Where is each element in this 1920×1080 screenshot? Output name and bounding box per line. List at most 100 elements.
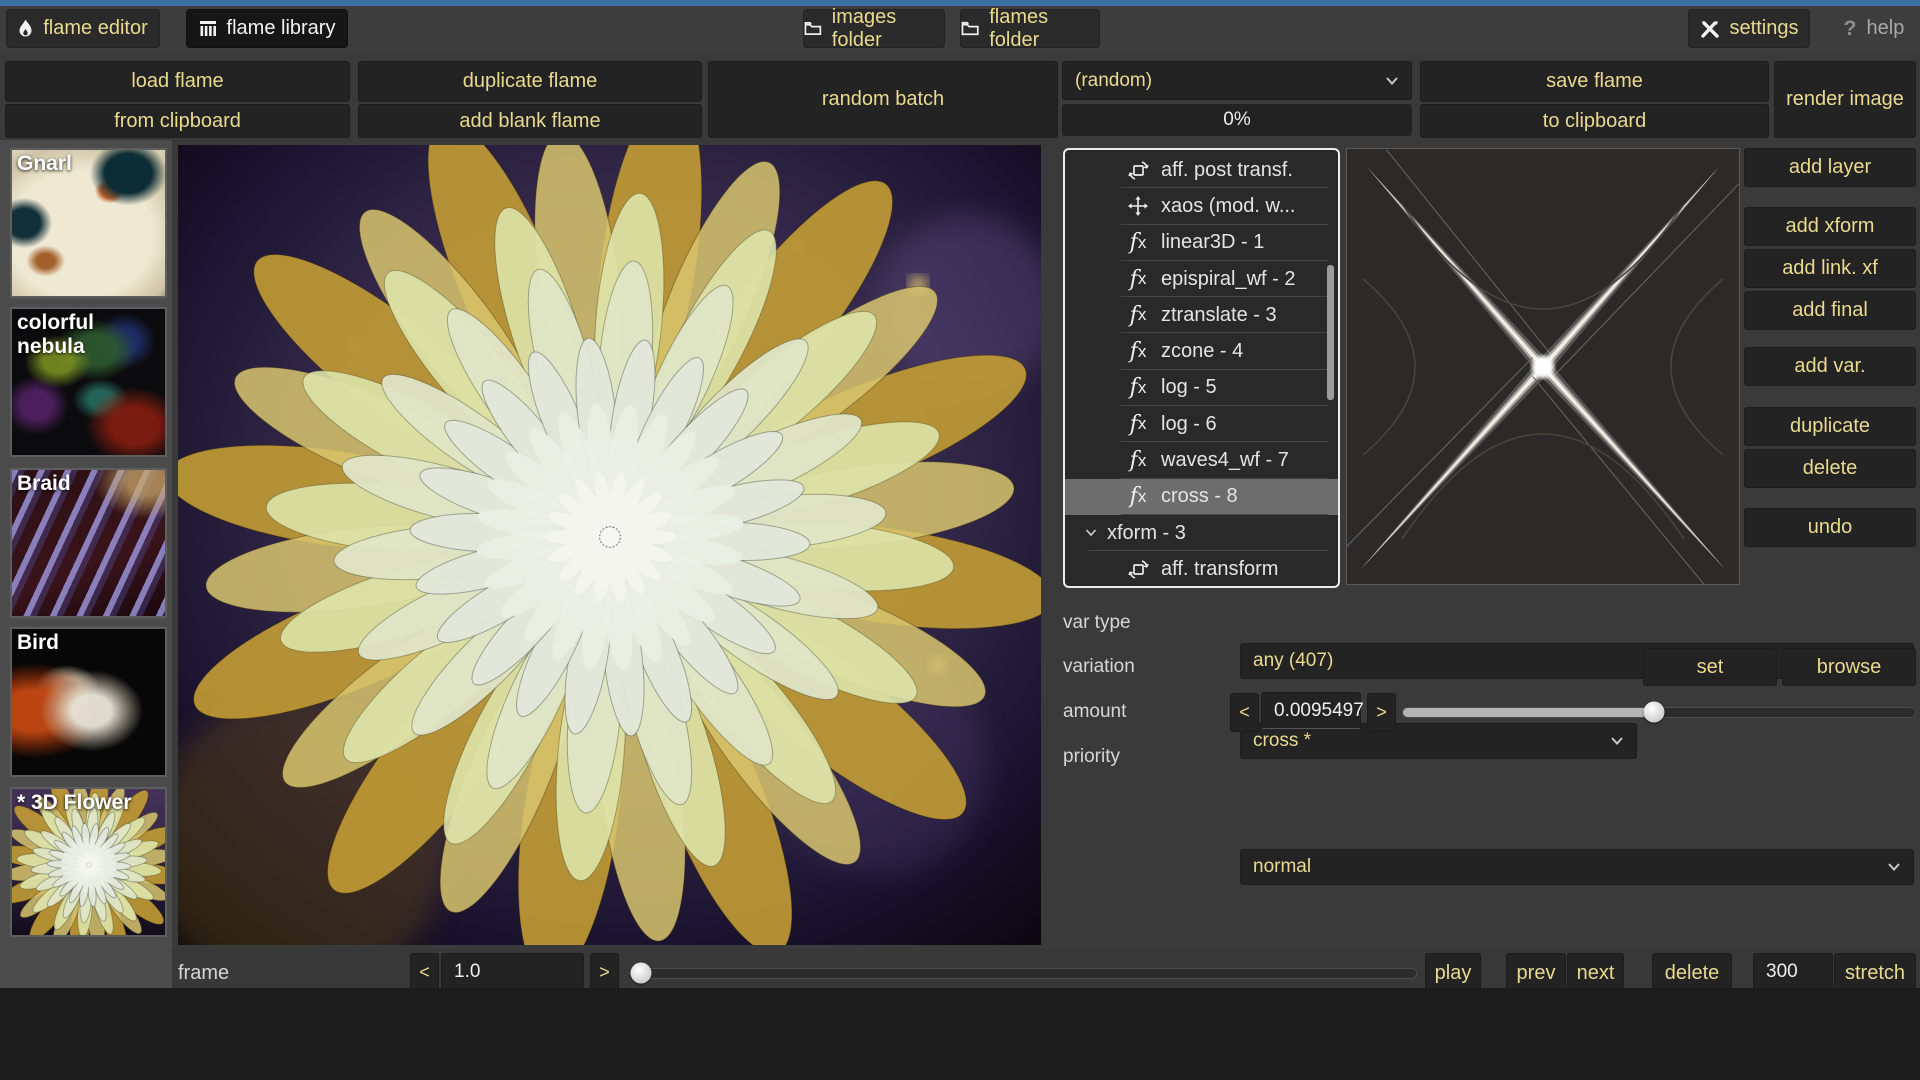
render-image-button[interactable]: render image: [1774, 61, 1916, 138]
slider-fill: [1403, 708, 1654, 717]
library-thumb-braid[interactable]: Braid: [10, 468, 167, 618]
header-bar: flame editor flame library images folder…: [0, 6, 1920, 54]
duplicate-flame-button[interactable]: duplicate flame: [358, 61, 702, 102]
xform-list-item[interactable]: aff. post transf.: [1065, 152, 1338, 188]
prev-button[interactable]: prev: [1506, 953, 1566, 993]
images-folder-button[interactable]: images folder: [803, 9, 945, 48]
button-label: from clipboard: [114, 110, 241, 133]
frame-slider[interactable]: [630, 968, 1417, 979]
amount-increment-button[interactable]: >: [1367, 693, 1396, 732]
variation-set-button[interactable]: set: [1643, 648, 1777, 686]
button-label: add layer: [1789, 156, 1871, 179]
button-label: duplicate: [1790, 415, 1870, 438]
dropdown-value: cross *: [1253, 730, 1311, 752]
frame-input[interactable]: 1.0: [441, 953, 584, 991]
field-value: 0.0095497: [1274, 700, 1364, 722]
item-label: xaos (mod. w...: [1161, 195, 1296, 218]
progress-value: 0%: [1223, 109, 1250, 131]
random-batch-button[interactable]: random batch: [708, 61, 1058, 138]
flames-folder-button[interactable]: flames folder: [960, 9, 1100, 48]
slider-thumb[interactable]: [631, 963, 652, 984]
delete-frame-button[interactable]: delete: [1652, 953, 1732, 993]
library-thumb-bird[interactable]: Bird: [10, 627, 167, 777]
library-icon: [199, 20, 217, 37]
duplicate-button[interactable]: duplicate: [1744, 407, 1916, 446]
affine-icon: [1121, 558, 1155, 581]
xform-list-item[interactable]: fx linear3D - 1: [1065, 225, 1338, 261]
xform-list-item[interactable]: fx waves4_wf - 7: [1065, 442, 1338, 478]
tools-icon: [1700, 19, 1720, 39]
slider-thumb[interactable]: [1643, 702, 1664, 723]
save-flame-button[interactable]: save flame: [1420, 61, 1769, 102]
xform-list-item[interactable]: aff. transform: [1065, 551, 1338, 587]
button-label: add link. xf: [1782, 257, 1878, 280]
item-label: aff. post transf.: [1161, 159, 1293, 182]
fx-icon: fx: [1121, 484, 1155, 509]
frame-label: frame: [178, 962, 229, 985]
xform-list-item[interactable]: xaos (mod. w...: [1065, 188, 1338, 224]
variation-browse-button[interactable]: browse: [1782, 648, 1916, 686]
to-clipboard-button[interactable]: to clipboard: [1420, 104, 1769, 138]
item-label: linear3D - 1: [1161, 231, 1264, 254]
frame-decrement-button[interactable]: <: [410, 953, 439, 992]
delete-button[interactable]: delete: [1744, 449, 1916, 488]
xform-list-item[interactable]: fx log - 6: [1065, 406, 1338, 442]
button-label: set: [1697, 656, 1724, 679]
window-footer-space: [0, 988, 1920, 1080]
undo-button[interactable]: undo: [1744, 508, 1916, 547]
add-var-button[interactable]: add var.: [1744, 347, 1916, 386]
button-label: add final: [1792, 299, 1868, 322]
render-progress-bar: 0%: [1062, 104, 1412, 136]
list-scrollbar[interactable]: [1327, 265, 1334, 400]
xform-tree-list: aff. post transf. xaos (mod. w... fx lin…: [1063, 148, 1340, 588]
button-label: delete: [1803, 457, 1858, 480]
load-flame-button[interactable]: load flame: [5, 61, 350, 102]
help-button[interactable]: ? help: [1832, 9, 1916, 48]
dropdown-value: normal: [1253, 856, 1311, 878]
xform-list-item[interactable]: fx log - 5: [1065, 370, 1338, 406]
fx-icon: fx: [1121, 448, 1155, 473]
button-label: next: [1577, 962, 1615, 985]
button-label: add var.: [1794, 355, 1865, 378]
tab-flame-library[interactable]: flame library: [186, 9, 348, 48]
xform-tree-parent[interactable]: xform - 3: [1065, 515, 1338, 551]
app-window: flame editor flame library images folder…: [0, 0, 1920, 1080]
tab-flame-editor[interactable]: flame editor: [6, 9, 160, 48]
library-thumb-gnarl[interactable]: Gnarl: [10, 148, 167, 298]
library-thumb-3d-flower[interactable]: * 3D Flower: [10, 787, 167, 937]
from-clipboard-button[interactable]: from clipboard: [5, 104, 350, 138]
next-button[interactable]: next: [1567, 953, 1624, 993]
button-label: images folder: [832, 6, 944, 52]
xform-list-item[interactable]: fx ztranslate - 3: [1065, 297, 1338, 333]
xform-list-item[interactable]: fx epispiral_wf - 2: [1065, 261, 1338, 297]
tab-label: flame library: [227, 17, 336, 40]
xform-list-item-selected[interactable]: fx cross - 8: [1065, 479, 1338, 515]
var-type-label: var type: [1063, 612, 1131, 634]
frames-count-input[interactable]: 300: [1753, 953, 1833, 991]
frame-increment-button[interactable]: >: [590, 953, 619, 992]
thumb-label: Gnarl: [17, 152, 72, 176]
settings-button[interactable]: settings: [1688, 9, 1810, 48]
chevron-down-icon: [1610, 737, 1624, 746]
dropdown-value: any (407): [1253, 650, 1333, 672]
stretch-button[interactable]: stretch: [1834, 953, 1916, 993]
play-button[interactable]: play: [1425, 953, 1481, 993]
item-label: ztranslate - 3: [1161, 304, 1277, 327]
add-layer-button[interactable]: add layer: [1744, 148, 1916, 187]
add-link-xf-button[interactable]: add link. xf: [1744, 249, 1916, 288]
add-xform-button[interactable]: add xform: [1744, 207, 1916, 246]
add-final-button[interactable]: add final: [1744, 291, 1916, 330]
button-label: duplicate flame: [463, 70, 598, 93]
amount-input[interactable]: 0.0095497: [1261, 692, 1361, 729]
button-label: to clipboard: [1543, 110, 1646, 133]
library-thumb-colorful-nebula[interactable]: colorful nebula: [10, 307, 167, 457]
amount-decrement-button[interactable]: <: [1230, 693, 1259, 732]
fx-icon: fx: [1121, 230, 1155, 255]
add-blank-flame-button[interactable]: add blank flame: [358, 104, 702, 138]
priority-dropdown[interactable]: normal: [1240, 849, 1914, 885]
random-style-dropdown[interactable]: (random): [1062, 61, 1412, 100]
flame-fractal-art: [178, 145, 1041, 945]
xform-list-item[interactable]: fx zcone - 4: [1065, 333, 1338, 369]
library-sidebar: Gnarl colorful nebula Braid Bird * 3D Fl…: [0, 140, 172, 988]
amount-slider[interactable]: [1402, 707, 1916, 718]
